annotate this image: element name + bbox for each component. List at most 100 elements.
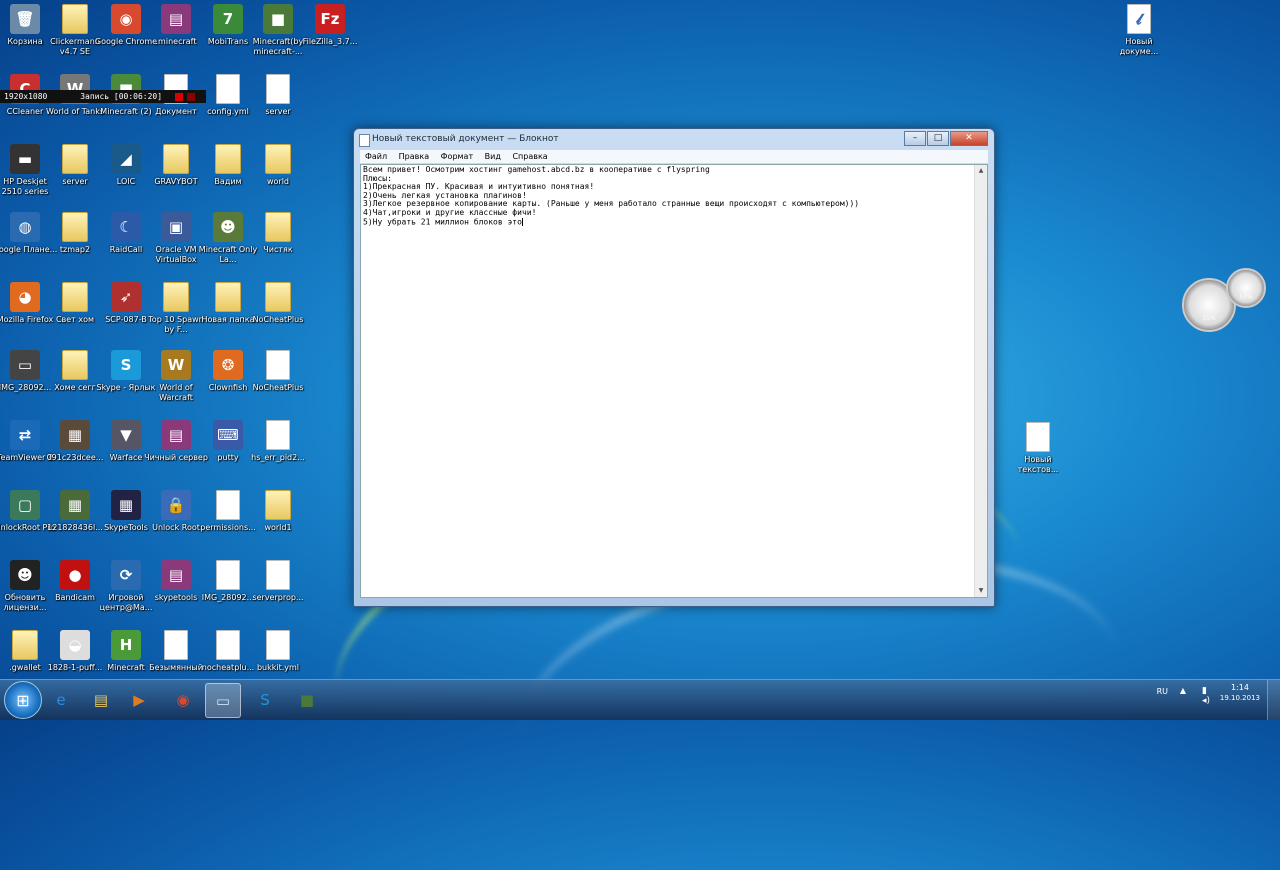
bandicam-recorder-bar[interactable]: 1920x1080 Запись [00:06:20] <box>0 90 206 103</box>
app-icon: ▤ <box>161 4 191 34</box>
folder-icon <box>62 144 88 174</box>
app-icon: ■ <box>263 4 293 34</box>
folder-icon <box>12 630 38 660</box>
desktop-icon-nocheatplus[interactable]: NoCheatPlus <box>245 350 311 393</box>
app-icon: ● <box>60 560 90 590</box>
clock-date: 19.10.2013 <box>1219 694 1260 702</box>
app-icon: ☻ <box>10 560 40 590</box>
app-icon: S <box>111 350 141 380</box>
desktop-icon-label: NoCheatPlus <box>252 315 304 324</box>
desktop-icon-label: hs_err_pid2... <box>251 453 305 462</box>
menu-file[interactable]: Файл <box>365 152 387 161</box>
desktop-icon-label: NoCheatPlus <box>252 383 304 392</box>
start-button[interactable]: ⊞ <box>4 681 42 719</box>
taskbar-minecraft-icon[interactable]: ■ <box>290 683 324 716</box>
clock-time: 1:14 <box>1230 683 1249 692</box>
language-indicator[interactable]: RU <box>1157 687 1168 696</box>
document-icon <box>1026 422 1050 452</box>
close-button[interactable]: ✕ <box>950 131 988 146</box>
tray-expand-icon[interactable]: ▲ <box>1180 686 1186 695</box>
app-icon: ◢ <box>111 144 141 174</box>
desktop-icon-label: server <box>265 107 291 116</box>
menu-help[interactable]: Справка <box>512 152 547 161</box>
folder-icon <box>265 490 291 520</box>
app-icon: 🗑 <box>10 4 40 34</box>
maximize-button[interactable]: □ <box>927 131 949 146</box>
document-icon <box>266 560 290 590</box>
scroll-down-icon[interactable]: ▼ <box>975 585 987 597</box>
text-editor[interactable]: Всем привет! Осмотрим хостинг gamehost.a… <box>360 164 988 598</box>
document-icon <box>266 350 290 380</box>
notepad-glyph: ▭ <box>215 691 231 710</box>
desktop-icon-world1[interactable]: world1 <box>245 490 311 533</box>
app-icon: ⌨ <box>213 420 243 450</box>
folder-icon <box>62 282 88 312</box>
desktop-icon-label: world <box>266 177 290 186</box>
app-icon: ❂ <box>213 350 243 380</box>
show-desktop-button[interactable] <box>1267 680 1280 720</box>
menu-format[interactable]: Формат <box>441 152 473 161</box>
clock[interactable]: 1:14 19.10.2013 <box>1220 683 1260 703</box>
minimize-button[interactable]: – <box>904 131 926 146</box>
notepad-window[interactable]: Новый текстовый документ — Блокнот – □ ✕… <box>353 128 995 607</box>
folder-icon <box>265 144 291 174</box>
editor-text[interactable]: Всем привет! Осмотрим хостинг gamehost.a… <box>363 165 973 227</box>
taskbar-notepad-icon[interactable]: ▭ <box>205 683 241 718</box>
document-icon <box>266 630 290 660</box>
desktop-icon-новый-текстов[interactable]: Новый текстов... <box>1005 422 1071 475</box>
taskbar-explorer-icon[interactable]: ▤ <box>84 683 118 716</box>
recorder-status: Запись [00:06:20] <box>80 92 163 101</box>
app-icon: ▬ <box>10 144 40 174</box>
vertical-scrollbar[interactable]: ▲ ▼ <box>974 165 987 597</box>
taskbar-ie-icon[interactable]: e <box>44 683 78 716</box>
document-icon <box>216 630 240 660</box>
app-icon: ☾ <box>111 212 141 242</box>
taskbar-media-player-icon[interactable]: ▶ <box>122 683 156 716</box>
taskbar: ⊞ e ▤ ▶ ◉ ▭ S ■ RU ▲ ▮ ◂) 1:14 19.10.2013 <box>0 679 1280 720</box>
app-icon: H <box>111 630 141 660</box>
desktop-icon-label: Новый докуме... <box>1119 37 1159 56</box>
recorder-resolution: 1920x1080 <box>4 92 48 101</box>
desktop-icon-label: world1 <box>264 523 292 532</box>
ram-value: 57% <box>1239 294 1253 301</box>
desktop-icon-nocheatplus[interactable]: NoCheatPlus <box>245 282 311 325</box>
app-icon: ▦ <box>60 490 90 520</box>
app-icon: ▣ <box>161 212 191 242</box>
desktop-icon-world[interactable]: world <box>245 144 311 187</box>
app-icon: ☻ <box>213 212 243 242</box>
app-icon: 🔒 <box>161 490 191 520</box>
app-icon: ▢ <box>10 490 40 520</box>
text-line-current: 5)Ну убрать 21 миллион блоков это <box>363 217 523 227</box>
document-icon <box>216 490 240 520</box>
menu-edit[interactable]: Правка <box>399 152 429 161</box>
desktop-icon-чистяк[interactable]: Чистяк <box>245 212 311 255</box>
desktop-icon-server[interactable]: server <box>245 74 311 117</box>
desktop-icon-bukkit-yml[interactable]: bukkit.yml <box>245 630 311 673</box>
folder-icon <box>163 144 189 174</box>
scroll-up-icon[interactable]: ▲ <box>975 165 987 177</box>
document-icon <box>216 74 240 104</box>
desktop-icon-label: bukkit.yml <box>256 663 300 672</box>
app-icon: ◉ <box>111 4 141 34</box>
desktop-icon-hs-err-pid2[interactable]: hs_err_pid2... <box>245 420 311 463</box>
taskbar-skype-icon[interactable]: S <box>248 683 282 716</box>
desktop-icon-filezilla-3-7[interactable]: Fz FileZilla_3.7... <box>297 4 363 47</box>
menu-view[interactable]: Вид <box>485 152 501 161</box>
cpu-meter-gadget[interactable]: 31% 57% <box>1182 268 1266 334</box>
tray-icons[interactable]: ▮ ◂) <box>1202 686 1210 706</box>
text-line: Всем привет! Осмотрим хостинг gamehost.a… <box>363 165 710 174</box>
folder-icon <box>62 4 88 34</box>
chrome-glyph: ◉ <box>176 690 190 709</box>
taskbar-chrome-icon[interactable]: ◉ <box>166 683 200 716</box>
desktop-icon-новый-докуме[interactable]: 𝓵 Новый докуме... <box>1106 4 1172 57</box>
desktop-icon-serverprop[interactable]: serverprop... <box>245 560 311 603</box>
recorder-record-icon[interactable] <box>171 92 195 101</box>
menu-bar: Файл Правка Формат Вид Справка <box>360 150 988 163</box>
document-icon <box>266 74 290 104</box>
app-icon: ◍ <box>10 212 40 242</box>
folder-icon <box>62 212 88 242</box>
cpu-value: 31% <box>1202 315 1216 322</box>
text-caret <box>521 217 523 226</box>
folder-icon <box>163 282 189 312</box>
app-icon: ▭ <box>10 350 40 380</box>
